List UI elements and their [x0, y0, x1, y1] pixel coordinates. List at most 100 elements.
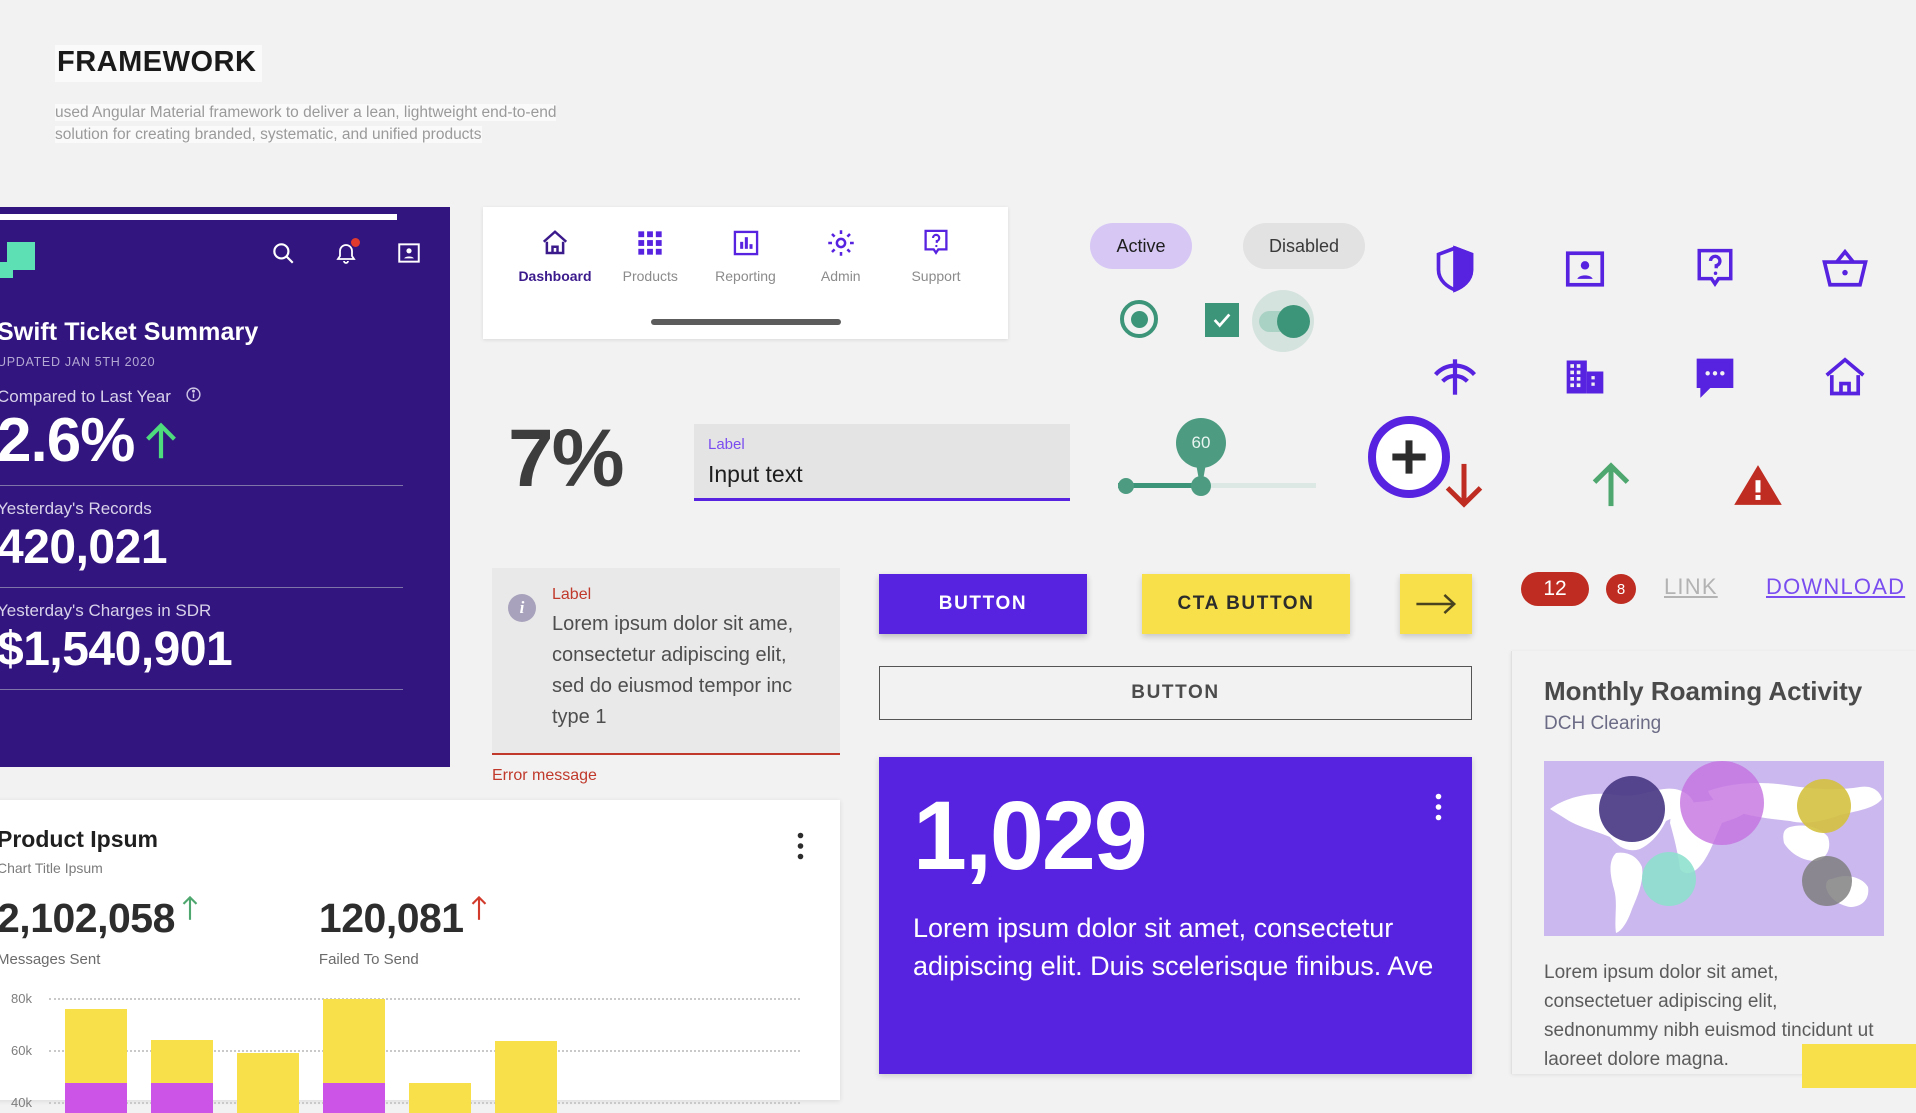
- icon-gallery: [1390, 215, 1910, 539]
- brand-logo-icon: [0, 242, 35, 280]
- metric-yesterdays-charges: Yesterday's Charges in SDR $1,540,901: [0, 588, 403, 677]
- warning-triangle-icon[interactable]: [1684, 431, 1831, 539]
- metric-value: $1,540,901: [0, 623, 233, 677]
- nav-label: Support: [911, 268, 961, 284]
- big-stat-number: 1,029: [913, 781, 1148, 890]
- badge-count-pill: 12: [1521, 572, 1589, 606]
- chip-active[interactable]: Active: [1090, 223, 1192, 269]
- add-fab-button[interactable]: [1368, 416, 1450, 498]
- map-bubble: [1680, 761, 1764, 845]
- text-field-input[interactable]: Input text: [708, 461, 1056, 488]
- kebab-menu-icon[interactable]: [797, 832, 804, 865]
- stat-messages-sent: 2,102,058 Messages Sent: [0, 895, 199, 968]
- big-stat-card: 1,029 Lorem ipsum dolor sit amet, consec…: [879, 757, 1472, 1074]
- map-bubble: [1797, 779, 1851, 833]
- big-stat-text: Lorem ipsum dolor sit amet, consectetur …: [913, 913, 1434, 981]
- nav-item-reporting[interactable]: Reporting: [706, 227, 786, 284]
- alert-body: Lorem ipsum dolor sit ame, consectetur a…: [552, 613, 794, 728]
- arrow-up-icon[interactable]: [1537, 431, 1684, 539]
- radio-button[interactable]: [1120, 300, 1158, 338]
- bottom-nav: Dashboard Products Reporting Admin Suppo…: [483, 207, 1008, 339]
- outline-button[interactable]: BUTTON: [879, 666, 1472, 720]
- slider-start-dot: [1118, 478, 1134, 494]
- monthly-roaming-activity-card: Monthly Roaming Activity DCH Clearing Lo…: [1511, 651, 1916, 1088]
- canvas: FRAMEWORK used Angular Material framewor…: [0, 0, 1916, 1113]
- plus-icon: [1392, 440, 1426, 474]
- slider[interactable]: 60: [1118, 415, 1318, 505]
- chip-disabled[interactable]: Disabled: [1243, 223, 1365, 269]
- account-box-icon[interactable]: [396, 240, 422, 266]
- nav-drag-handle[interactable]: [650, 319, 841, 325]
- check-icon: [1213, 313, 1231, 328]
- arrow-up-icon: [471, 895, 486, 920]
- shield-icon[interactable]: [1390, 215, 1520, 323]
- apps-grid-icon: [636, 227, 664, 259]
- chart-bar: [65, 1009, 127, 1113]
- toggle-switch[interactable]: [1252, 290, 1314, 352]
- chart-card-subtitle: Chart Title Ipsum: [0, 860, 103, 876]
- metric-label: Yesterday's Charges in SDR: [0, 601, 212, 621]
- stat-caption: Failed To Send: [318, 951, 419, 968]
- summary-title: Swift Ticket Summary: [0, 318, 259, 346]
- percent-stat: 7%: [508, 413, 625, 504]
- nav-item-products[interactable]: Products: [610, 227, 690, 284]
- map-bubble: [1802, 856, 1852, 906]
- info-icon[interactable]: [185, 386, 202, 408]
- notifications-icon[interactable]: [334, 238, 360, 266]
- nav-item-support[interactable]: Support: [896, 227, 976, 284]
- wifi-signal-icon[interactable]: [1390, 323, 1520, 431]
- page-title: FRAMEWORK: [55, 45, 263, 82]
- page-subtitle: used Angular Material framework to deliv…: [55, 104, 557, 143]
- nav-label: Reporting: [715, 268, 776, 284]
- stat-value: 2,102,058: [0, 895, 175, 941]
- chart-bar: [495, 1041, 557, 1113]
- slider-thumb[interactable]: [1191, 476, 1211, 496]
- chart-card-title: Product Ipsum: [0, 826, 159, 852]
- metric-value: 420,021: [0, 521, 168, 575]
- nav-label: Products: [622, 268, 678, 284]
- alert-error-message: Error message: [492, 767, 597, 784]
- chart-y-tick: 60k: [11, 1043, 32, 1058]
- chart-bar: [151, 1040, 213, 1113]
- roaming-subtitle: DCH Clearing: [1544, 713, 1662, 734]
- shopping-basket-icon[interactable]: [1780, 215, 1910, 323]
- help-question-icon[interactable]: [1650, 215, 1780, 323]
- metric-yesterdays-records: Yesterday's Records 420,021: [0, 486, 403, 575]
- gear-icon: [826, 227, 856, 259]
- home-outline-icon[interactable]: [1780, 323, 1910, 431]
- cta-button[interactable]: CTA BUTTON: [1142, 574, 1350, 634]
- checkbox[interactable]: [1205, 303, 1239, 337]
- map-bubble: [1599, 776, 1665, 842]
- slider-value-bubble: 60: [1176, 418, 1226, 468]
- stat-failed-to-send: 120,081 Failed To Send: [319, 895, 488, 968]
- arrow-button[interactable]: [1400, 574, 1472, 634]
- notification-dot: [351, 238, 360, 247]
- accent-rule: [0, 214, 397, 220]
- nav-label: Admin: [820, 268, 861, 284]
- bar-chart: MESSAGES SENT 80k 60k 40k: [0, 988, 800, 1113]
- stat-caption: Messages Sent: [0, 951, 101, 968]
- link-disabled[interactable]: LINK: [1664, 574, 1718, 600]
- text-field[interactable]: Label Input text: [694, 424, 1070, 501]
- bar-chart-icon: [732, 227, 760, 259]
- building-icon[interactable]: [1520, 323, 1650, 431]
- link-download[interactable]: DOWNLOAD: [1766, 574, 1905, 600]
- chat-bubble-icon[interactable]: [1650, 323, 1780, 431]
- chart-y-tick: 40k: [11, 1095, 32, 1110]
- metric-compared-to-last-year: Compared to Last Year 2.6%: [0, 369, 403, 473]
- contact-card-icon[interactable]: [1520, 215, 1650, 323]
- map-bubble: [1642, 852, 1696, 906]
- roaming-cta-button[interactable]: [1802, 1044, 1916, 1088]
- alert-block: i Label Lorem ipsum dolor sit ame, conse…: [492, 568, 840, 785]
- nav-item-dashboard[interactable]: Dashboard: [515, 227, 595, 284]
- summary-updated: UPDATED JAN 5TH 2020: [0, 355, 156, 369]
- search-icon[interactable]: [270, 240, 296, 266]
- kebab-menu-icon[interactable]: [1435, 793, 1442, 826]
- badge-count-dot: 8: [1606, 574, 1636, 604]
- chart-y-tick: 80k: [11, 991, 32, 1006]
- nav-item-admin[interactable]: Admin: [801, 227, 881, 284]
- text-field-label: Label: [708, 436, 745, 453]
- primary-button[interactable]: BUTTON: [879, 574, 1087, 634]
- swift-ticket-summary-card: Swift Ticket Summary UPDATED JAN 5TH 202…: [0, 207, 450, 767]
- chart-bar: [409, 1083, 471, 1113]
